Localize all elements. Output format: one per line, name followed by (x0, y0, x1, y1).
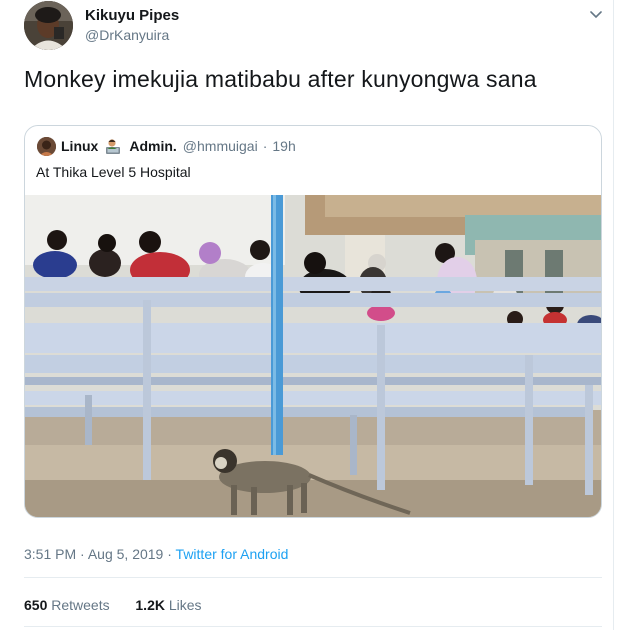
likes-stat[interactable]: 1.2K Likes (135, 597, 201, 613)
hospital-waiting-room-photo (25, 195, 601, 517)
quoted-author-name-suffix[interactable]: Admin. (129, 138, 176, 154)
meta-separator-2: · (167, 546, 172, 562)
tweet-time[interactable]: 3:51 PM (24, 546, 76, 562)
meta-separator-1: · (80, 546, 85, 562)
retweets-stat[interactable]: 650 Retweets (24, 597, 110, 613)
tweet-stats: 650 Retweets 1.2K Likes (24, 597, 202, 613)
tweet-source-link[interactable]: Twitter for Android (176, 546, 289, 562)
likes-label: Likes (168, 597, 202, 613)
author-handle[interactable]: @DrKanyuira (85, 27, 169, 43)
retweets-label: Retweets (51, 597, 110, 613)
quoted-timestamp[interactable]: 19h (272, 138, 295, 154)
quoted-author-name[interactable]: Linux (61, 138, 98, 154)
quoted-author-avatar (37, 137, 56, 156)
divider-bottom (24, 626, 602, 627)
quoted-tweet-text: At Thika Level 5 Hospital (36, 164, 191, 180)
retweets-count: 650 (24, 597, 48, 613)
author-avatar[interactable] (24, 1, 73, 50)
chevron-down-icon[interactable] (587, 6, 605, 24)
author-name[interactable]: Kikuyu Pipes (85, 7, 179, 24)
right-border (613, 0, 614, 630)
quoted-tweet[interactable]: Linux Admin. @hmmuigai · 19h At Thika Le… (24, 125, 602, 518)
quoted-header: Linux Admin. @hmmuigai · 19h (61, 137, 296, 155)
divider (24, 577, 602, 578)
quoted-separator: · (262, 138, 268, 154)
tweet-card: Kikuyu Pipes @DrKanyuira Monkey imekujia… (0, 0, 622, 630)
author-avatar-image (24, 1, 73, 50)
quoted-author-handle[interactable]: @hmmuigai (183, 138, 258, 154)
man-technologist-emoji (104, 137, 122, 155)
quoted-photo[interactable] (25, 195, 601, 517)
tweet-date[interactable]: Aug 5, 2019 (88, 546, 164, 562)
tweet-text: Monkey imekujia matibabu after kunyongwa… (24, 66, 537, 92)
likes-count: 1.2K (135, 597, 165, 613)
tweet-meta: 3:51 PM · Aug 5, 2019 · Twitter for Andr… (24, 546, 288, 562)
